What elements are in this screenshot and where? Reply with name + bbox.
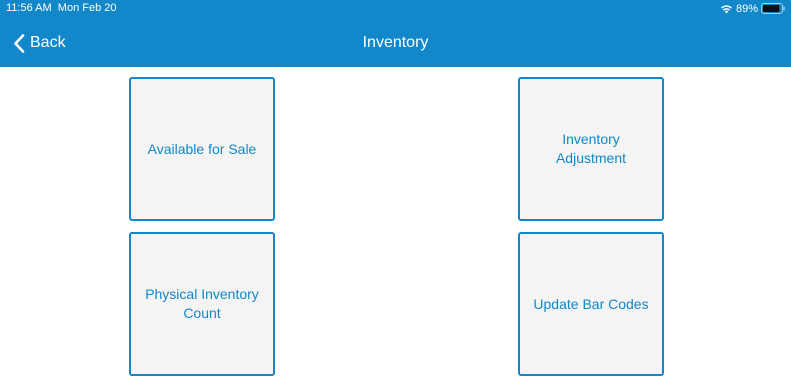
- tile-label: Available for Sale: [144, 140, 261, 159]
- page-title: Inventory: [362, 34, 429, 51]
- available-for-sale-button[interactable]: Available for Sale: [129, 77, 275, 221]
- tile-label-line: Inventory: [562, 131, 620, 147]
- status-clock: 11:56 AM: [6, 2, 52, 14]
- wifi-icon: [720, 5, 732, 14]
- tile-label: Inventory Adjustment: [552, 130, 630, 168]
- physical-inventory-count-button[interactable]: Physical Inventory Count: [129, 232, 275, 376]
- tile-label: Physical Inventory Count: [141, 285, 263, 323]
- status-indicators: 89%: [720, 1, 785, 16]
- status-time: 11:56 AM Mon Feb 20: [6, 2, 117, 15]
- tile-label-line: Update Bar Codes: [533, 295, 649, 312]
- battery-percent: 89%: [735, 2, 758, 15]
- status-date: Mon Feb 20: [57, 2, 117, 14]
- update-bar-codes-button[interactable]: Update Bar Codes: [518, 232, 664, 376]
- tile-label-line: Count: [183, 305, 221, 321]
- nav-bar: Back Inventory: [0, 18, 791, 67]
- status-bar: 11:56 AM Mon Feb 20 89%: [0, 0, 791, 18]
- tile-label-line: Physical Inventory: [145, 286, 259, 302]
- inventory-adjustment-button[interactable]: Inventory Adjustment: [518, 77, 664, 221]
- app-header: 11:56 AM Mon Feb 20 89% Back Inventory: [0, 0, 791, 67]
- tile-label-line: Adjustment: [555, 150, 627, 166]
- tile-label: Update Bar Codes: [529, 295, 652, 314]
- tile-label-line: Available for Sale: [147, 140, 257, 157]
- battery-icon: [761, 3, 785, 14]
